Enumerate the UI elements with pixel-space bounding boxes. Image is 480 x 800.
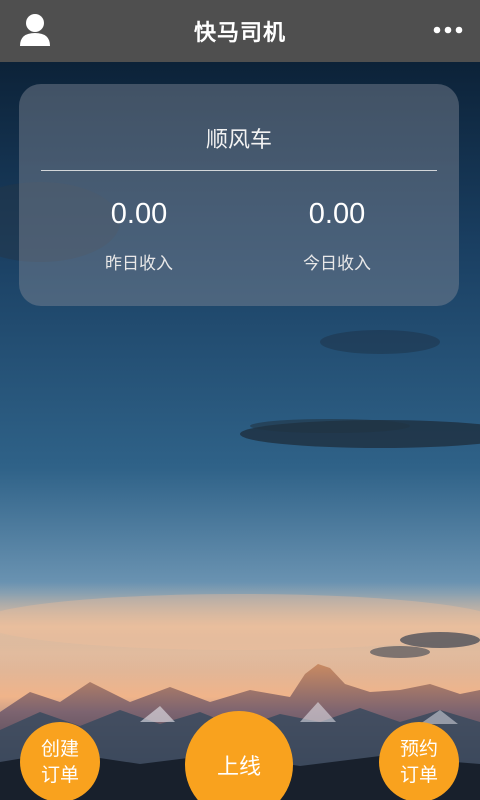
income-card: 顺风车 0.00 昨日收入 0.00 今日收入 (19, 84, 459, 306)
yesterday-income-label: 昨日收入 (105, 254, 173, 274)
create-order-label: 创建订单 (40, 738, 79, 786)
more-dots-icon[interactable] (432, 20, 464, 40)
app-header: 快马司机 (0, 0, 480, 62)
go-online-label: 上线 (216, 755, 261, 780)
today-income: 0.00 今日收入 (227, 198, 447, 274)
reserve-order-label: 预约订单 (399, 738, 438, 786)
card-title: 顺风车 (205, 128, 272, 153)
today-income-label: 今日收入 (303, 254, 371, 274)
reserve-order-button[interactable]: 预约订单 (379, 722, 459, 800)
user-profile-icon[interactable] (18, 12, 52, 48)
create-order-button[interactable]: 创建订单 (20, 722, 100, 800)
yesterday-income-value: 0.00 (110, 198, 168, 230)
card-divider (41, 170, 437, 171)
yesterday-income: 0.00 昨日收入 (29, 198, 249, 274)
page-title: 快马司机 (193, 21, 286, 46)
today-income-value: 0.00 (308, 198, 366, 230)
